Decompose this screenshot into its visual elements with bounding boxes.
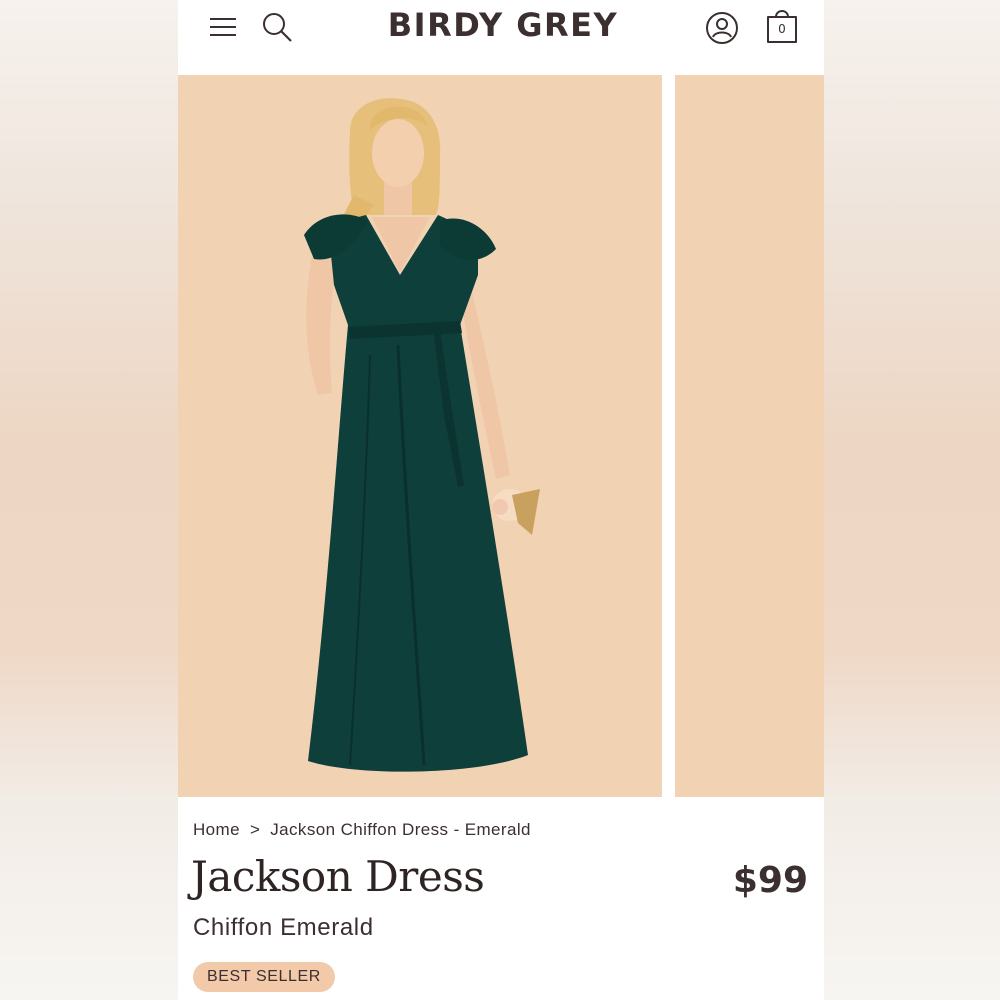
breadcrumb-separator: > [249, 820, 261, 839]
site-header: BIRDY GREY 0 [178, 0, 824, 75]
product-image-next[interactable] [675, 75, 824, 797]
breadcrumb-home-link[interactable]: Home [193, 820, 240, 839]
best-seller-badge: BEST SELLER [193, 962, 335, 992]
cart-count: 0 [778, 22, 786, 36]
user-account-icon[interactable] [704, 10, 740, 46]
brand-logo[interactable]: BIRDY GREY [338, 6, 668, 44]
product-image-gallery[interactable] [178, 75, 824, 797]
product-price: $99 [732, 860, 808, 901]
search-icon[interactable] [260, 10, 294, 44]
shopping-bag-button[interactable]: 0 [764, 6, 800, 46]
product-subtitle: Chiffon Emerald [193, 914, 374, 941]
product-image-main[interactable] [178, 75, 662, 797]
model-in-dress-image [304, 98, 540, 772]
breadcrumb: Home > Jackson Chiffon Dress - Emerald [193, 820, 531, 840]
hamburger-menu-icon[interactable] [206, 12, 240, 42]
phone-screen: BIRDY GREY 0 Home > Jackson Chiffon Dres… [178, 0, 824, 1000]
product-title: Jackson Dress [191, 852, 485, 901]
breadcrumb-current: Jackson Chiffon Dress - Emerald [270, 820, 531, 839]
